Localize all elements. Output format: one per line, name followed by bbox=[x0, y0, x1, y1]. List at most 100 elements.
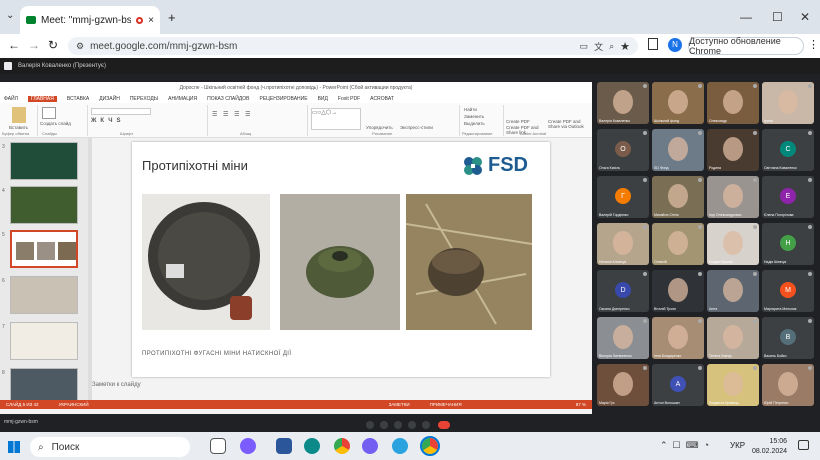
maximize-icon[interactable]: ☐ bbox=[772, 10, 783, 24]
tab-close-icon[interactable]: × bbox=[148, 15, 154, 26]
create-pdf-button[interactable]: Create PDF bbox=[506, 119, 530, 124]
find-button[interactable]: Найти bbox=[460, 105, 503, 114]
participant-tile[interactable]: В Василь Бойко bbox=[762, 317, 814, 359]
participant-tile[interactable]: Родина bbox=[707, 129, 759, 171]
thumbs-scrollbar[interactable] bbox=[88, 138, 92, 400]
participant-tile[interactable]: Юрій Петренко bbox=[762, 364, 814, 406]
ppt-menu-item[interactable]: ВСТАВКА bbox=[67, 96, 89, 102]
participant-tile[interactable]: Людмила Кравець bbox=[707, 364, 759, 406]
ppt-menu-item[interactable]: ГЛАВНАЯ bbox=[27, 95, 57, 102]
participant-tile[interactable]: Тетяна Ємець bbox=[707, 317, 759, 359]
slide-thumb-6[interactable] bbox=[10, 276, 78, 314]
slide-thumb-7[interactable] bbox=[10, 322, 78, 360]
chrome-icon-1[interactable] bbox=[334, 438, 350, 454]
participant-tile[interactable]: Анна bbox=[707, 270, 759, 312]
tab-search-chevron-icon[interactable]: ⌄ bbox=[6, 10, 14, 21]
word-icon[interactable] bbox=[276, 438, 292, 454]
participant-tile[interactable]: Ірина bbox=[762, 82, 814, 124]
camera-button[interactable] bbox=[380, 421, 388, 429]
participant-tile[interactable]: Ігор Олександрович bbox=[707, 176, 759, 218]
reload-icon[interactable]: ↻ bbox=[48, 38, 58, 52]
taskbar-search[interactable]: ⌕ Поиск bbox=[30, 437, 190, 457]
arrange-button[interactable]: Упорядочить bbox=[366, 125, 393, 130]
ppt-menu-item[interactable]: РЕЦЕНЗИРОВАНИЕ bbox=[259, 96, 307, 102]
ppt-menu-item[interactable]: ДИЗАЙН bbox=[99, 96, 120, 102]
leave-call-button[interactable] bbox=[438, 421, 450, 429]
quick-styles-button[interactable]: Экспресс-стили bbox=[400, 125, 433, 130]
app-icon-1[interactable] bbox=[240, 438, 256, 454]
create-slide-button[interactable]: Создать слайд bbox=[38, 121, 87, 126]
participant-tile[interactable]: Н Надія Шевчук bbox=[762, 223, 814, 265]
ppt-menu-item[interactable]: АНИМАЦИЯ bbox=[168, 96, 197, 102]
participant-tile[interactable]: Вікторія Литвиненко bbox=[597, 317, 649, 359]
zoom-icon[interactable]: ⌕ bbox=[609, 41, 614, 52]
slide-thumb-4[interactable] bbox=[10, 186, 78, 224]
participant-tile[interactable]: Богдан Кушнір bbox=[707, 223, 759, 265]
system-clock[interactable]: 15:06 08.02.2024 bbox=[752, 437, 787, 457]
participant-tile[interactable]: Наталія Климчук bbox=[597, 223, 649, 265]
tray-icons[interactable]: ⌃☐⌨◔ bbox=[660, 440, 714, 451]
notes-toggle[interactable]: ЗАМЕТКИ bbox=[389, 402, 410, 407]
font-name-box[interactable] bbox=[91, 108, 151, 115]
keyboard-language[interactable]: УКР bbox=[730, 441, 745, 450]
participant-tile[interactable]: Г Валерій Гордієнко bbox=[597, 176, 649, 218]
minimize-icon[interactable]: — bbox=[740, 10, 752, 24]
participant-tile[interactable]: Михайло Сітнік bbox=[652, 176, 704, 218]
participant-tile[interactable]: Валерія Коваленко bbox=[597, 82, 649, 124]
participant-tile[interactable]: Е Єлена Погорілова bbox=[762, 176, 814, 218]
profile-avatar[interactable]: N bbox=[668, 38, 682, 52]
select-button[interactable]: Выделить bbox=[460, 119, 503, 128]
participant-tile[interactable]: Віталій Троян bbox=[652, 270, 704, 312]
close-window-icon[interactable]: ✕ bbox=[800, 10, 810, 24]
comments-toggle[interactable]: ПРИМЕЧАНИЯ bbox=[430, 402, 462, 407]
participant-tile[interactable]: С Світлана Коваленко bbox=[762, 129, 814, 171]
participant-tile[interactable]: SD Фонд bbox=[652, 129, 704, 171]
side-panel-icon[interactable] bbox=[648, 38, 658, 50]
ppt-menu-item[interactable]: ФАЙЛ bbox=[4, 96, 18, 102]
slide-thumb-3[interactable] bbox=[10, 142, 78, 180]
windows-start-icon[interactable] bbox=[8, 441, 20, 453]
participant-tile[interactable]: Олексій bbox=[652, 223, 704, 265]
notifications-icon[interactable] bbox=[798, 440, 809, 450]
paste-button[interactable]: Вставить bbox=[0, 125, 37, 130]
back-icon[interactable]: ← bbox=[8, 38, 20, 52]
ppt-menu-item[interactable]: ВИД bbox=[318, 96, 328, 102]
participant-tile[interactable]: D Оксана Дмитренко bbox=[597, 270, 649, 312]
participant-tile[interactable]: Марія Гуз bbox=[597, 364, 649, 406]
forward-icon[interactable]: → bbox=[28, 38, 40, 52]
translate-icon[interactable]: 文 bbox=[594, 40, 603, 53]
captions-button[interactable] bbox=[394, 421, 402, 429]
more-menu-icon[interactable]: ⋮ bbox=[808, 38, 819, 51]
chrome-icon-2[interactable] bbox=[420, 436, 440, 456]
ppt-menu-item[interactable]: ACROBAT bbox=[370, 96, 394, 102]
participant-tile[interactable]: Олександр bbox=[707, 82, 759, 124]
chrome-update-button[interactable]: Доступно обновление Chrome bbox=[688, 36, 804, 56]
ppt-menu-item[interactable]: ПЕРЕХОДЫ bbox=[130, 96, 158, 102]
share-outlook-button[interactable]: Create PDF and Share via Outlook bbox=[548, 119, 590, 129]
paste-icon[interactable] bbox=[11, 107, 26, 123]
shapes-gallery[interactable]: ▭○△⬡→ bbox=[311, 108, 361, 130]
tab-meet[interactable]: Meet: "mmj-gzwn-bsm" × bbox=[20, 6, 160, 34]
bookmark-star-icon[interactable]: ★ bbox=[620, 40, 630, 53]
participant-tile[interactable]: О Ольга Кисіль bbox=[597, 129, 649, 171]
language-status[interactable]: УКРАИНСКИЙ bbox=[59, 402, 89, 407]
slide-thumb-8[interactable] bbox=[10, 368, 78, 400]
participant-tile[interactable]: Шкільний фонд bbox=[652, 82, 704, 124]
new-slide-icon[interactable] bbox=[42, 107, 56, 119]
task-view-icon[interactable] bbox=[210, 438, 226, 454]
mic-button[interactable] bbox=[366, 421, 374, 429]
participant-tile[interactable]: Інна Бондаренко bbox=[652, 317, 704, 359]
raise-hand-button[interactable] bbox=[408, 421, 416, 429]
viber-icon[interactable] bbox=[362, 438, 378, 454]
participant-tile[interactable]: M Маргарита Мельник bbox=[762, 270, 814, 312]
zoom-level[interactable]: 87 % bbox=[576, 402, 586, 407]
present-button[interactable] bbox=[422, 421, 430, 429]
ppt-menu-item[interactable]: ПОКАЗ СЛАЙДОВ bbox=[207, 96, 249, 102]
current-slide[interactable]: Протипіхотні міни FSD ПРОТИПІХОТНІ ФУГАС… bbox=[132, 142, 550, 377]
paragraph-align-icons[interactable]: ☰ ☰ ☰ ☰ bbox=[212, 111, 303, 118]
font-format-buttons[interactable]: ЖКЧS bbox=[91, 118, 207, 124]
ppt-menu-item[interactable]: Foxit PDF bbox=[338, 96, 360, 102]
edge-icon[interactable] bbox=[304, 438, 320, 454]
new-tab-button[interactable]: + bbox=[168, 10, 176, 25]
participant-tile[interactable]: А Антон Волошин bbox=[652, 364, 704, 406]
